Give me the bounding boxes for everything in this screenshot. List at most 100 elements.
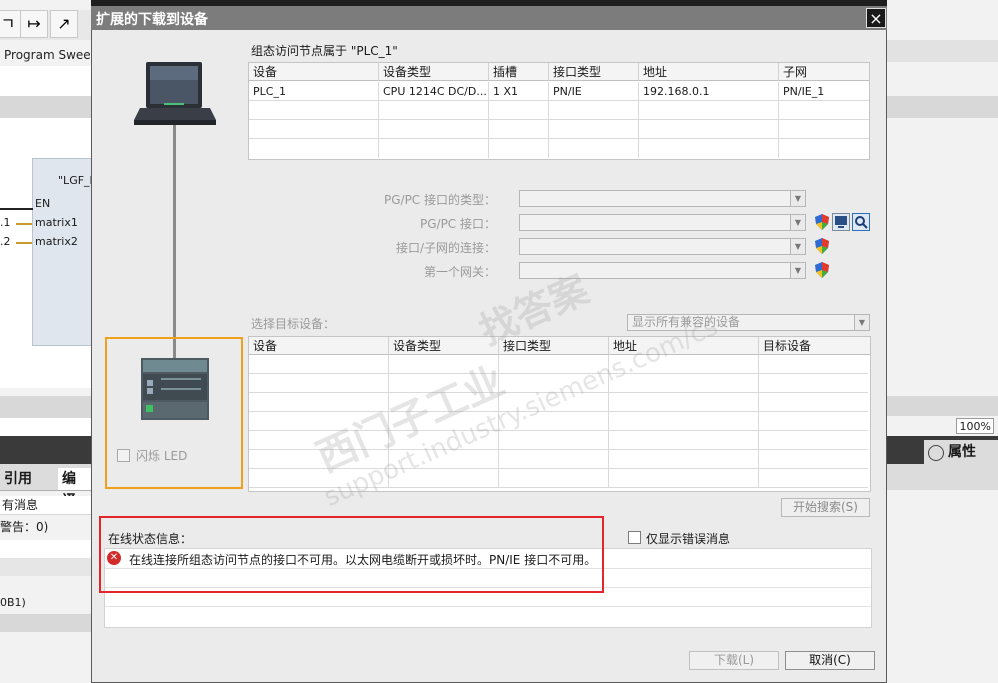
- table-cell: [639, 101, 779, 120]
- matrix1-wire: [16, 223, 32, 225]
- step-into-button[interactable]: ↦: [20, 10, 48, 38]
- background-band: [0, 418, 91, 436]
- download-button[interactable]: 下载(L): [689, 651, 779, 670]
- table-cell: [389, 431, 499, 450]
- table-cell[interactable]: PLC_1: [249, 82, 379, 101]
- right-band: [887, 464, 998, 490]
- table-cell[interactable]: CPU 1214C DC/D...: [379, 82, 489, 101]
- select-target-label: 选择目标设备：: [251, 317, 336, 331]
- pgpc-type-select[interactable]: ▼: [519, 190, 806, 207]
- status-highlight-frame: [99, 516, 604, 593]
- en-wire: [0, 208, 33, 210]
- flash-led-checkbox[interactable]: [117, 449, 130, 462]
- table-cell: [249, 139, 379, 158]
- table-cell: [389, 412, 499, 431]
- table-cell: [249, 120, 379, 139]
- background-band: [0, 396, 91, 418]
- list-item: [105, 606, 871, 625]
- warning-count: 警告：0): [0, 520, 49, 534]
- chevron-down-icon[interactable]: ▼: [854, 315, 869, 330]
- table-cell: [499, 450, 609, 469]
- tab-references[interactable]: 引用: [0, 468, 36, 490]
- table-cell: [759, 355, 868, 374]
- chevron-down-icon[interactable]: ▼: [790, 263, 805, 278]
- column-header[interactable]: 接口类型: [499, 337, 609, 355]
- table-cell: [499, 431, 609, 450]
- table-cell: [379, 139, 489, 158]
- background-band: [0, 66, 91, 96]
- column-header[interactable]: 接口类型: [549, 63, 639, 81]
- table-cell: [389, 355, 499, 374]
- table-cell[interactable]: 1 X1: [489, 82, 549, 101]
- start-search-button[interactable]: 开始搜索(S): [781, 498, 870, 517]
- interface-properties-button[interactable]: [832, 213, 850, 231]
- access-node-caption: 组态访问节点属于 "PLC_1": [251, 44, 398, 58]
- column-header[interactable]: 设备类型: [389, 337, 499, 355]
- column-header[interactable]: 地址: [639, 63, 779, 81]
- table-cell[interactable]: 192.168.0.1: [639, 82, 779, 101]
- table-cell: [499, 355, 609, 374]
- table-cell: [489, 101, 549, 120]
- search-interface-button[interactable]: [852, 213, 870, 231]
- device-filter-value: 显示所有兼容的设备: [632, 315, 741, 329]
- table-cell[interactable]: PN/IE: [549, 82, 639, 101]
- table-cell: [389, 374, 499, 393]
- step-out-button[interactable]: ↗: [50, 10, 78, 38]
- right-band: [887, 40, 998, 62]
- shield-status-icon: [815, 262, 829, 278]
- pin-en: EN: [35, 197, 51, 210]
- column-header[interactable]: 设备类型: [379, 63, 489, 81]
- table-cell: [499, 412, 609, 431]
- magnifier-icon: [855, 216, 868, 229]
- table-cell: [249, 469, 389, 488]
- column-header[interactable]: 目标设备: [759, 337, 870, 355]
- chevron-down-icon[interactable]: ▼: [790, 239, 805, 254]
- tab-compile[interactable]: 编译: [58, 468, 91, 509]
- close-button[interactable]: ×: [866, 8, 886, 28]
- table-cell: [379, 120, 489, 139]
- shield-status-icon: [815, 238, 829, 254]
- background-right-pane: [887, 0, 998, 683]
- chevron-down-icon[interactable]: ▼: [790, 215, 805, 230]
- target-table-body: [249, 355, 868, 489]
- table-cell: [389, 450, 499, 469]
- configured-access-table: 设备 设备类型 插槽 接口类型 地址 子网 PLC_1 CPU 1214C DC…: [248, 62, 870, 160]
- step-out-icon: ↗: [57, 14, 71, 33]
- pgpc-type-label: PG/PC 接口的类型：: [383, 193, 496, 207]
- first-gateway-select[interactable]: ▼: [519, 262, 806, 279]
- pgpc-interface-select[interactable]: ▼: [519, 214, 806, 231]
- background-band: [0, 436, 91, 464]
- toolbar-button[interactable]: ㄱ: [0, 10, 22, 38]
- properties-search-icon: [928, 445, 944, 461]
- ob1-row: 0B1): [0, 596, 26, 609]
- table-cell: [249, 393, 389, 412]
- pgpc-interface-label: PG/PC 接口：: [419, 217, 496, 231]
- errors-only-checkbox[interactable]: [628, 531, 641, 544]
- cancel-button[interactable]: 取消(C): [785, 651, 875, 670]
- table-cell: [499, 469, 609, 488]
- chevron-down-icon[interactable]: ▼: [790, 191, 805, 206]
- background-band: [0, 96, 91, 118]
- background-band: [0, 558, 91, 576]
- table-cell: [639, 139, 779, 158]
- device-filter-select[interactable]: 显示所有兼容的设备 ▼: [627, 314, 870, 331]
- table-cell: [759, 393, 868, 412]
- table-cell: [779, 120, 869, 139]
- dialog-titlebar[interactable]: [91, 6, 887, 30]
- subnet-connection-select[interactable]: ▼: [519, 238, 806, 255]
- table-cell: [249, 374, 389, 393]
- table-cell[interactable]: PN/IE_1: [779, 82, 869, 101]
- table-cell: [759, 469, 868, 488]
- column-header[interactable]: 地址: [609, 337, 759, 355]
- table-cell: [249, 450, 389, 469]
- message-filter[interactable]: 有消息: [0, 496, 93, 515]
- table-cell: [249, 355, 389, 374]
- table-cell: [379, 101, 489, 120]
- column-header[interactable]: 设备: [249, 337, 389, 355]
- shield-status-icon: [815, 214, 829, 230]
- zoom-field[interactable]: 100%: [956, 418, 994, 434]
- table-cell: [489, 139, 549, 158]
- column-header[interactable]: 插槽: [489, 63, 549, 81]
- column-header[interactable]: 设备: [249, 63, 379, 81]
- column-header[interactable]: 子网: [779, 63, 869, 81]
